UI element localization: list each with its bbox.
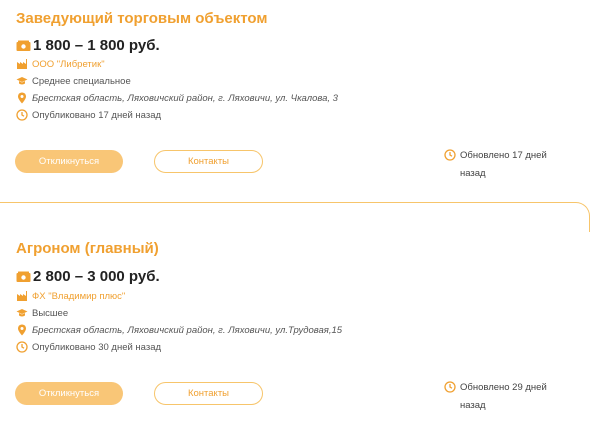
company-row: ФХ "Владимир плюс" <box>16 290 125 302</box>
contacts-button[interactable]: Контакты <box>154 382 263 405</box>
company-row: ООО "Либретик" <box>16 58 105 70</box>
education-row: Среднее специальное <box>16 75 131 87</box>
factory-icon <box>17 291 27 301</box>
clock-icon <box>16 109 28 121</box>
company-link[interactable]: ФХ "Владимир плюс" <box>32 291 125 302</box>
updated-info: Обновлено 17 дней назад <box>444 147 570 183</box>
published-row: Опубликовано 30 дней назад <box>16 341 161 353</box>
salary-row: 2 800 – 3 000 руб. <box>16 268 160 285</box>
address-row: Брестская область, Ляховичский район, г.… <box>16 92 338 104</box>
company-link[interactable]: ООО "Либретик" <box>32 59 105 70</box>
contacts-button[interactable]: Контакты <box>154 150 263 173</box>
money-icon <box>16 271 31 282</box>
updated-text: Обновлено 17 дней назад <box>460 150 547 179</box>
published-row: Опубликовано 17 дней назад <box>16 109 161 121</box>
vacancy-card: Заведующий торговым объектом 1 800 – 1 8… <box>0 0 590 205</box>
published-text: Опубликовано 30 дней назад <box>32 341 162 353</box>
money-icon <box>16 40 31 51</box>
clock-icon <box>444 149 456 161</box>
address-text: Брестская область, Ляховичский район, г.… <box>32 92 338 104</box>
education-row: Высшее <box>16 307 68 319</box>
address-text: Брестская область, Ляховичский район, г.… <box>32 324 343 336</box>
vacancy-title[interactable]: Заведующий торговым объектом <box>16 10 267 27</box>
vacancy-title[interactable]: Агроном (главный) <box>16 240 159 257</box>
published-text: Опубликовано 17 дней назад <box>32 109 162 121</box>
address-row: Брестская область, Ляховичский район, г.… <box>16 324 342 336</box>
graduation-cap-icon <box>16 309 28 317</box>
apply-button[interactable]: Откликнуться <box>15 382 123 405</box>
clock-icon <box>16 341 28 353</box>
salary-row: 1 800 – 1 800 руб. <box>16 37 160 54</box>
apply-button[interactable]: Откликнуться <box>15 150 123 173</box>
education-text: Высшее <box>32 307 69 319</box>
location-pin-icon <box>18 324 26 336</box>
updated-info: Обновлено 29 дней назад <box>444 379 570 415</box>
location-pin-icon <box>18 92 26 104</box>
salary-value: 2 800 – 3 000 руб. <box>33 268 160 285</box>
graduation-cap-icon <box>16 77 28 85</box>
vacancy-card: Агроном (главный) 2 800 – 3 000 руб. ФХ … <box>0 230 590 422</box>
clock-icon <box>444 381 456 393</box>
salary-value: 1 800 – 1 800 руб. <box>33 37 160 54</box>
updated-text: Обновлено 29 дней назад <box>460 382 547 411</box>
education-text: Среднее специальное <box>32 75 131 87</box>
factory-icon <box>17 59 27 69</box>
card-divider <box>0 202 590 232</box>
